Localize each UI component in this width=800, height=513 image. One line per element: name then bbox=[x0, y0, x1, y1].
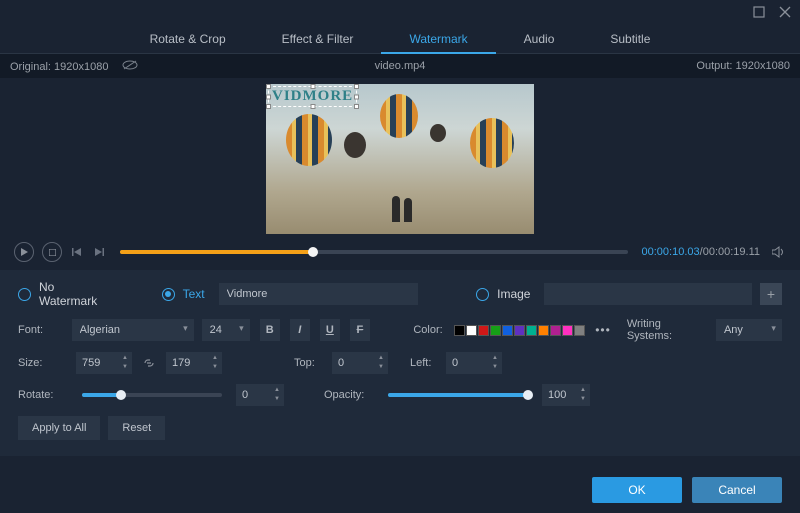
watermark-image-input[interactable] bbox=[544, 283, 752, 305]
color-swatch[interactable] bbox=[478, 325, 489, 336]
color-swatch[interactable] bbox=[514, 325, 525, 336]
rotate-down[interactable]: ▼ bbox=[272, 394, 282, 403]
font-size-select[interactable]: 24 bbox=[202, 319, 250, 341]
volume-icon[interactable] bbox=[772, 246, 786, 258]
color-swatches bbox=[454, 325, 585, 336]
width-up[interactable]: ▲ bbox=[120, 353, 130, 362]
opacity-up[interactable]: ▲ bbox=[578, 385, 588, 394]
font-label: Font: bbox=[18, 324, 64, 336]
bold-button[interactable]: B bbox=[260, 319, 280, 341]
original-resolution: Original: 1920x1080 bbox=[10, 60, 138, 73]
color-swatch[interactable] bbox=[538, 325, 549, 336]
output-resolution: Output: 1920x1080 bbox=[696, 60, 790, 72]
opacity-label: Opacity: bbox=[324, 389, 374, 401]
top-up[interactable]: ▲ bbox=[376, 353, 386, 362]
playback-time: 00:00:10.03/00:00:19.11 bbox=[642, 246, 760, 258]
close-button[interactable] bbox=[778, 5, 792, 19]
preview-visibility-icon[interactable] bbox=[122, 61, 138, 73]
color-swatch[interactable] bbox=[550, 325, 561, 336]
watermark-bounding-box[interactable]: VIDMORE bbox=[268, 86, 357, 107]
add-image-button[interactable]: + bbox=[760, 283, 782, 305]
maximize-button[interactable] bbox=[752, 5, 766, 19]
color-label: Color: bbox=[413, 324, 446, 336]
prev-frame-button[interactable] bbox=[70, 242, 84, 262]
color-swatch[interactable] bbox=[466, 325, 477, 336]
tab-rotate-crop[interactable]: Rotate & Crop bbox=[122, 24, 254, 54]
apply-to-all-button[interactable]: Apply to All bbox=[18, 416, 100, 440]
left-label: Left: bbox=[410, 357, 438, 369]
editor-tabs: Rotate & Crop Effect & Filter Watermark … bbox=[0, 24, 800, 54]
ok-button[interactable]: OK bbox=[592, 477, 682, 503]
video-preview[interactable]: VIDMORE bbox=[266, 84, 534, 234]
height-down[interactable]: ▼ bbox=[210, 362, 220, 371]
top-down[interactable]: ▼ bbox=[376, 362, 386, 371]
filename-label: video.mp4 bbox=[375, 60, 426, 72]
opacity-slider[interactable] bbox=[388, 393, 528, 397]
writing-systems-select[interactable]: Any bbox=[716, 319, 782, 341]
tab-effect-filter[interactable]: Effect & Filter bbox=[254, 24, 382, 54]
size-label: Size: bbox=[18, 357, 68, 369]
underline-button[interactable]: U bbox=[320, 319, 340, 341]
watermark-text-overlay: VIDMORE bbox=[272, 88, 353, 104]
color-swatch[interactable] bbox=[562, 325, 573, 336]
height-up[interactable]: ▲ bbox=[210, 353, 220, 362]
playback-progress[interactable] bbox=[120, 250, 628, 254]
image-watermark-label: Image bbox=[497, 287, 530, 301]
opacity-down[interactable]: ▼ bbox=[578, 394, 588, 403]
width-down[interactable]: ▼ bbox=[120, 362, 130, 371]
radio-image-watermark[interactable] bbox=[476, 288, 489, 301]
radio-text-watermark[interactable] bbox=[162, 288, 175, 301]
strikethrough-button[interactable]: F bbox=[350, 319, 370, 341]
italic-button[interactable]: I bbox=[290, 319, 310, 341]
left-down[interactable]: ▼ bbox=[490, 362, 500, 371]
stop-button[interactable] bbox=[42, 242, 62, 262]
rotate-slider[interactable] bbox=[82, 393, 222, 397]
watermark-text-input[interactable] bbox=[219, 283, 419, 305]
tab-subtitle[interactable]: Subtitle bbox=[582, 24, 678, 54]
radio-no-watermark[interactable] bbox=[18, 288, 31, 301]
link-aspect-icon[interactable] bbox=[142, 357, 156, 369]
no-watermark-label: No Watermark bbox=[39, 280, 116, 308]
rotate-up[interactable]: ▲ bbox=[272, 385, 282, 394]
left-up[interactable]: ▲ bbox=[490, 353, 500, 362]
color-swatch[interactable] bbox=[454, 325, 465, 336]
text-watermark-label: Text bbox=[183, 287, 205, 301]
tab-watermark[interactable]: Watermark bbox=[381, 24, 495, 54]
next-frame-button[interactable] bbox=[92, 242, 106, 262]
tab-audio[interactable]: Audio bbox=[496, 24, 583, 54]
top-label: Top: bbox=[294, 357, 324, 369]
cancel-button[interactable]: Cancel bbox=[692, 477, 782, 503]
color-swatch[interactable] bbox=[490, 325, 501, 336]
play-button[interactable] bbox=[14, 242, 34, 262]
color-swatch[interactable] bbox=[526, 325, 537, 336]
reset-button[interactable]: Reset bbox=[108, 416, 165, 440]
rotate-label: Rotate: bbox=[18, 389, 68, 401]
font-family-select[interactable]: Algerian bbox=[72, 319, 194, 341]
color-swatch[interactable] bbox=[502, 325, 513, 336]
writing-systems-label: Writing Systems: bbox=[627, 318, 702, 342]
more-colors-button[interactable]: ••• bbox=[595, 323, 611, 337]
color-swatch[interactable] bbox=[574, 325, 585, 336]
